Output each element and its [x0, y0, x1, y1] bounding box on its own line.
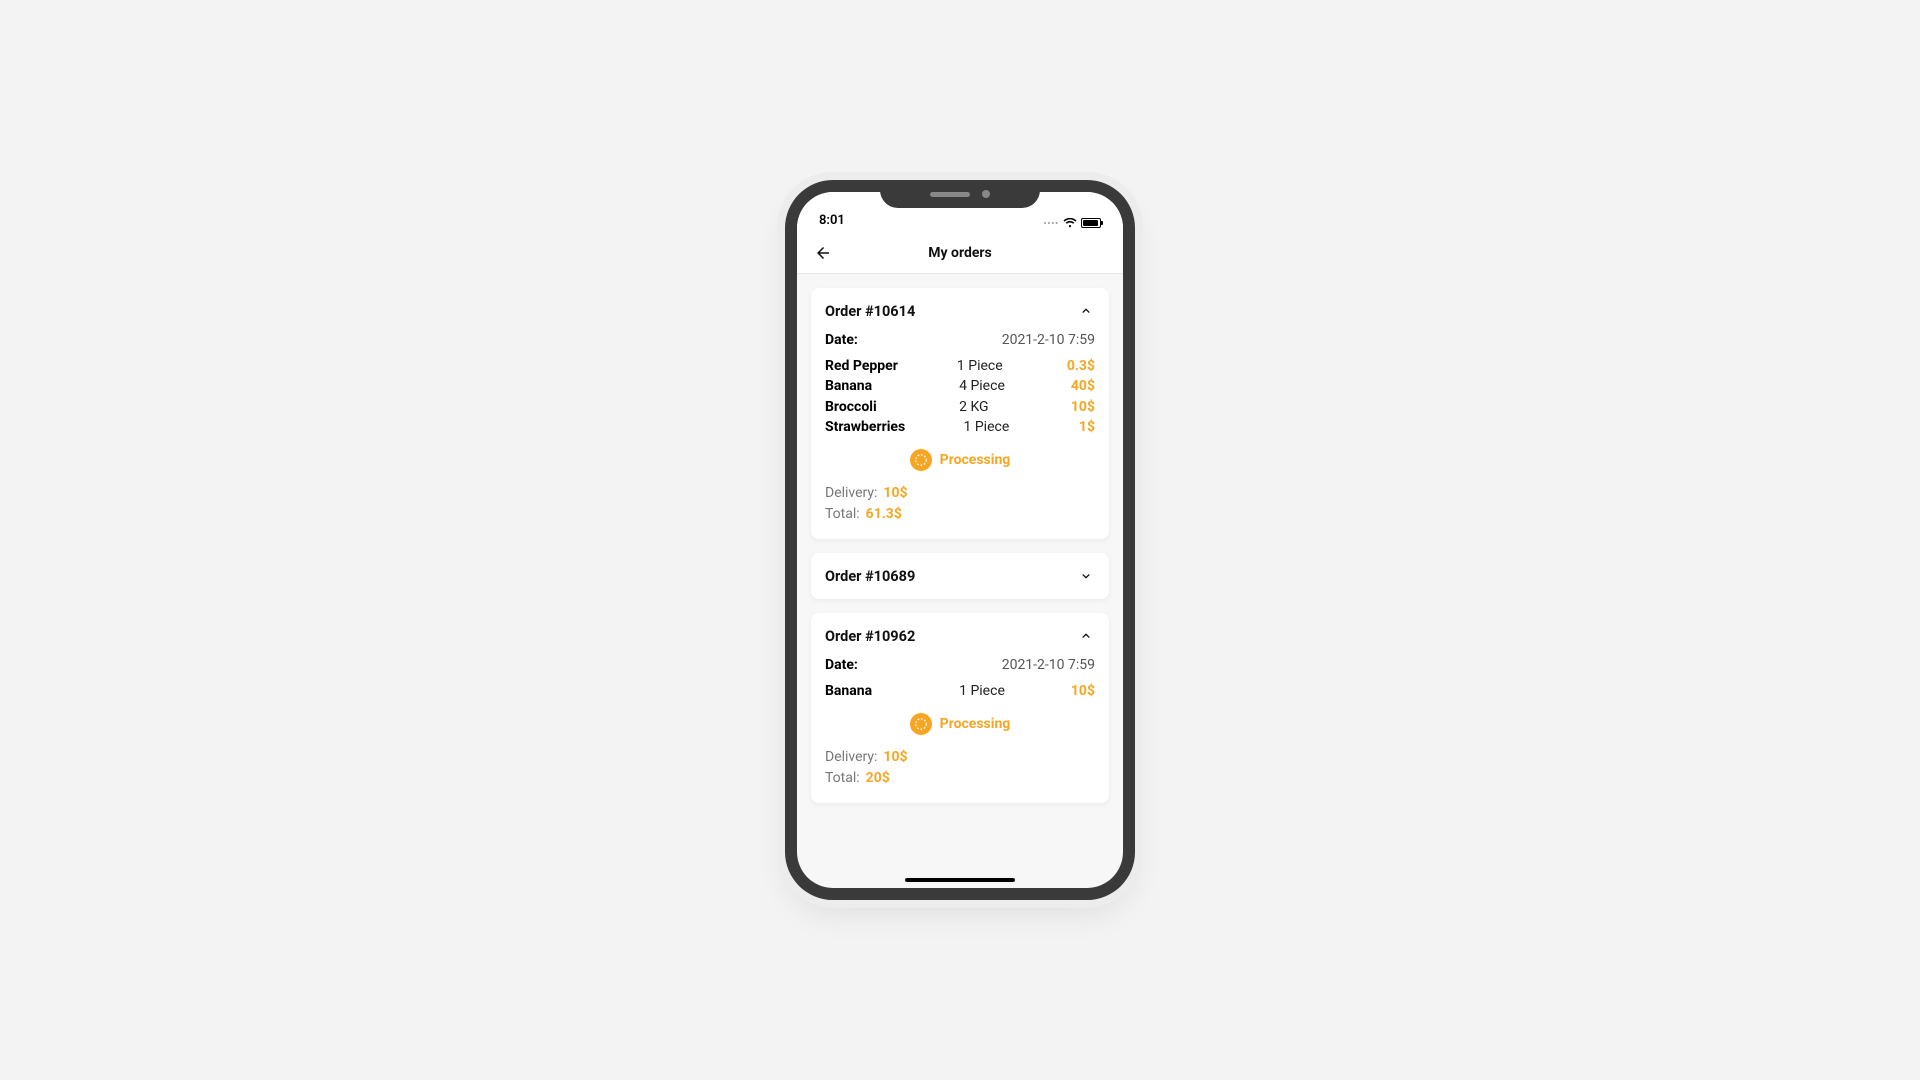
total-label: Total: [825, 504, 860, 525]
phone-screen: 8:01 •••• My orders Order #10614 [797, 192, 1123, 888]
processing-icon [910, 449, 932, 471]
item-name: Banana [825, 681, 959, 701]
chevron-down-icon [1077, 567, 1095, 585]
order-item: Strawberries 1 Piece 1$ [825, 417, 1095, 437]
order-title: Order #10689 [825, 568, 915, 585]
arrow-left-icon [814, 244, 832, 262]
order-status: Processing [825, 713, 1095, 735]
order-item: Banana 1 Piece 10$ [825, 681, 1095, 701]
total-value: 61.3$ [866, 504, 902, 525]
order-items: Banana 1 Piece 10$ [825, 681, 1095, 701]
status-text: Processing [940, 452, 1011, 468]
orders-list[interactable]: Order #10614 Date: 2021-2-10 7:59 Red Pe… [797, 274, 1123, 888]
item-name: Strawberries [825, 417, 964, 437]
item-name: Red Pepper [825, 356, 957, 376]
item-name: Banana [825, 376, 959, 396]
back-button[interactable] [811, 241, 835, 265]
item-qty: 1 Piece [964, 417, 1079, 437]
status-time: 8:01 [819, 213, 845, 228]
order-summary: Delivery: 10$ Total: 61.3$ [825, 483, 1095, 525]
item-qty: 1 Piece [957, 356, 1067, 376]
order-date: 2021-2-10 7:59 [1002, 332, 1095, 348]
chevron-up-icon [1077, 302, 1095, 320]
order-date: 2021-2-10 7:59 [1002, 657, 1095, 673]
order-header[interactable]: Order #10962 [825, 627, 1095, 645]
order-card: Order #10689 [811, 553, 1109, 599]
item-price: 0.3$ [1067, 356, 1095, 376]
item-name: Broccoli [825, 397, 959, 417]
home-indicator [905, 878, 1015, 882]
delivery-value: 10$ [883, 747, 907, 768]
order-date-row: Date: 2021-2-10 7:59 [825, 332, 1095, 348]
status-right: •••• [1044, 218, 1101, 228]
total-label: Total: [825, 768, 860, 789]
nav-bar: My orders [797, 232, 1123, 274]
item-price: 10$ [1071, 397, 1095, 417]
order-item: Broccoli 2 KG 10$ [825, 397, 1095, 417]
item-qty: 4 Piece [959, 376, 1071, 396]
order-summary: Delivery: 10$ Total: 20$ [825, 747, 1095, 789]
order-items: Red Pepper 1 Piece 0.3$ Banana 4 Piece 4… [825, 356, 1095, 437]
cellular-icon: •••• [1044, 219, 1059, 228]
item-qty: 1 Piece [959, 681, 1071, 701]
device-notch [880, 180, 1040, 208]
delivery-label: Delivery: [825, 483, 877, 504]
order-status: Processing [825, 449, 1095, 471]
order-card: Order #10962 Date: 2021-2-10 7:59 Banana… [811, 613, 1109, 803]
order-card: Order #10614 Date: 2021-2-10 7:59 Red Pe… [811, 288, 1109, 539]
total-value: 20$ [866, 768, 890, 789]
order-header[interactable]: Order #10689 [825, 567, 1095, 585]
battery-icon [1081, 218, 1101, 228]
date-label: Date: [825, 332, 858, 348]
chevron-up-icon [1077, 627, 1095, 645]
delivery-value: 10$ [883, 483, 907, 504]
item-qty: 2 KG [959, 397, 1071, 417]
phone-frame: 8:01 •••• My orders Order #10614 [785, 180, 1135, 900]
page-title: My orders [797, 245, 1123, 261]
order-date-row: Date: 2021-2-10 7:59 [825, 657, 1095, 673]
wifi-icon [1063, 218, 1077, 228]
delivery-label: Delivery: [825, 747, 877, 768]
order-title: Order #10962 [825, 628, 915, 645]
item-price: 1$ [1079, 417, 1095, 437]
status-text: Processing [940, 716, 1011, 732]
item-price: 40$ [1071, 376, 1095, 396]
order-title: Order #10614 [825, 303, 915, 320]
order-item: Banana 4 Piece 40$ [825, 376, 1095, 396]
processing-icon [910, 713, 932, 735]
order-item: Red Pepper 1 Piece 0.3$ [825, 356, 1095, 376]
item-price: 10$ [1071, 681, 1095, 701]
order-header[interactable]: Order #10614 [825, 302, 1095, 320]
date-label: Date: [825, 657, 858, 673]
